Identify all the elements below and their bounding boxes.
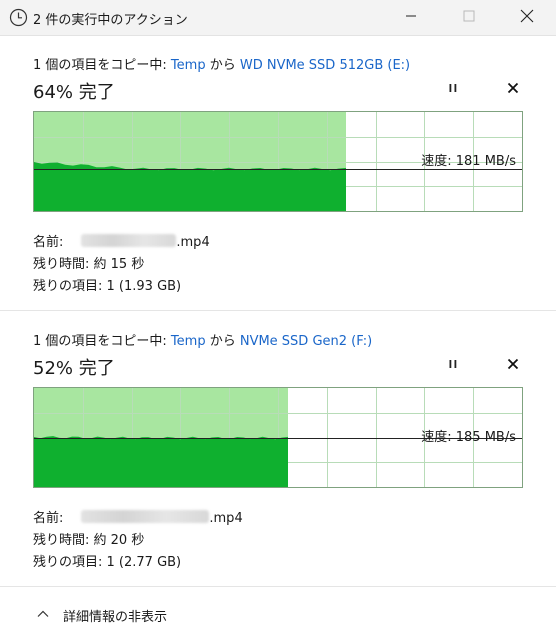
speed-fill [34,436,288,487]
file-extension: .mp4 [209,511,243,526]
pause-button[interactable] [440,354,466,378]
minimize-button[interactable] [388,0,434,36]
redacted-file-name [81,510,210,523]
items-remaining: 残りの項目: 1 (1.93 GB) [33,279,182,294]
file-name-row: 名前: .mp4 [33,507,243,526]
toggle-details-label: 詳細情報の非表示 [63,610,168,625]
copy-operation: 1 個の項目をコピー中: Temp から NVMe SSD Gen2 (F:) … [0,312,556,586]
source-link[interactable]: Temp [171,58,206,73]
copy-operation: 1 個の項目をコピー中: Temp から WD NVMe SSD 512GB (… [0,36,556,310]
time-remaining: 残り時間: 約 15 秒 [33,257,145,272]
cancel-button[interactable] [500,78,526,102]
transfer-speed-graph: 速度: 181 MB/s [33,111,523,212]
destination-link[interactable]: WD NVMe SSD 512GB (E:) [240,58,410,73]
file-name-row: 名前: .mp4 [33,231,210,250]
maximize-button[interactable] [446,0,492,36]
time-remaining: 残り時間: 約 20 秒 [33,533,145,548]
cancel-button[interactable] [500,354,526,378]
minimize-icon [405,10,417,26]
file-name-label: 名前: [33,235,64,250]
progress-percent: 64% 完了 [33,82,115,103]
pause-icon [447,82,459,98]
operation-header: 1 個の項目をコピー中: Temp から WD NVMe SSD 512GB (… [33,54,410,73]
progress-percent: 52% 完了 [33,358,115,379]
pause-button[interactable] [440,78,466,102]
chevron-up-icon [36,607,50,621]
transfer-speed-graph: 速度: 185 MB/s [33,387,523,488]
section-divider [0,310,556,311]
redacted-file-name [81,234,177,247]
pause-icon [447,358,459,374]
title-bar: 2 件の実行中のアクション [0,0,556,36]
file-extension: .mp4 [176,235,210,250]
speed-label: 速度: 185 MB/s [421,430,516,445]
file-name-label: 名前: [33,511,64,526]
operation-header: 1 個の項目をコピー中: Temp から NVMe SSD Gen2 (F:) [33,330,372,349]
header-prefix: 1 個の項目をコピー中: [33,334,171,349]
maximize-icon [463,10,475,26]
cancel-icon [507,358,519,374]
window-title: 2 件の実行中のアクション [33,13,188,28]
header-mid: から [205,58,240,73]
cancel-icon [507,82,519,98]
speed-label: 速度: 181 MB/s [421,154,516,169]
toggle-details-button[interactable]: 詳細情報の非表示 [0,587,556,642]
header-mid: から [205,334,240,349]
close-icon [520,9,534,27]
close-button[interactable] [504,0,550,36]
clock-icon [9,8,28,27]
items-remaining: 残りの項目: 1 (2.77 GB) [33,555,182,570]
destination-link[interactable]: NVMe SSD Gen2 (F:) [240,334,372,349]
source-link[interactable]: Temp [171,334,206,349]
header-prefix: 1 個の項目をコピー中: [33,58,171,73]
